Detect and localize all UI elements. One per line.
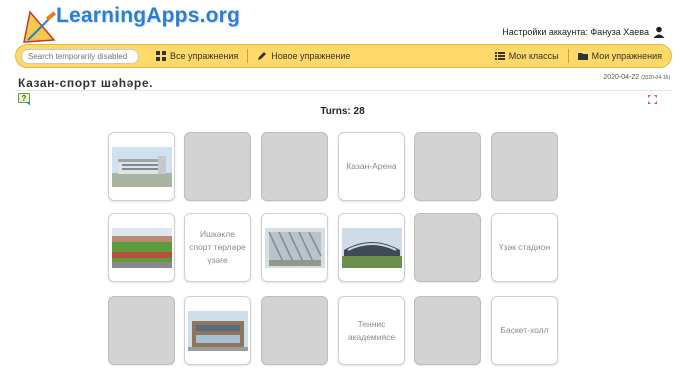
help-icon[interactable]: ? [18, 93, 32, 106]
nav-new-exercise[interactable]: Новое упражнение [248, 49, 359, 64]
memory-card-hidden[interactable] [261, 132, 328, 201]
nav-my-classes-label: Мои классы [508, 51, 559, 61]
nav-all-exercises-label: Все упражнения [170, 51, 239, 61]
memory-card-image[interactable] [338, 213, 405, 282]
logo-icon[interactable] [20, 6, 60, 44]
fullscreen-icon[interactable] [648, 95, 657, 104]
divider [15, 90, 672, 91]
page-title: Казан-спорт шәһәре. [18, 76, 154, 90]
memory-card-text[interactable]: Үзәк стадион [491, 213, 558, 282]
folder-icon [577, 53, 588, 60]
user-icon [653, 26, 665, 38]
account-settings[interactable]: Настройки аккаунта: Фануза Хаева [502, 26, 665, 38]
memory-card-image[interactable] [184, 296, 251, 365]
memory-card-hidden[interactable] [414, 296, 481, 365]
nav-all-exercises[interactable]: Все упражнения [147, 49, 247, 64]
search-input[interactable] [21, 48, 139, 64]
pencil-icon [258, 52, 267, 60]
date-original: (2020-04-16) [641, 75, 670, 81]
card-label: Ишкәкле спорт төрләре үзәге [189, 229, 246, 265]
glass-facade-photo [264, 227, 325, 268]
date-label: 2020-04-22 (2020-04-16) [603, 74, 670, 81]
building-photo [111, 146, 172, 187]
academy-building-photo [187, 310, 248, 351]
card-label: Баскет-холл [500, 325, 549, 335]
date-value: 2020-04-22 [603, 74, 640, 81]
memory-card-text[interactable]: Казан-Арена [338, 132, 405, 201]
memory-card-image[interactable] [108, 132, 175, 201]
header: LearningApps.org Настройки аккаунта: Фан… [0, 0, 685, 70]
memory-card-text[interactable]: Ишкәкле спорт төрләре үзәге [184, 213, 251, 282]
arena-photo [341, 227, 402, 268]
svg-text:?: ? [22, 94, 27, 103]
memory-card-hidden[interactable] [261, 296, 328, 365]
account-label[interactable]: Настройки аккаунта: Фануза Хаева [502, 27, 649, 37]
logo-text[interactable]: LearningApps.org [56, 4, 240, 28]
memory-card-hidden[interactable] [108, 296, 175, 365]
card-label: Үзәк стадион [498, 242, 551, 252]
nav-bar: Все упражнения Новое упражнение Мои клас… [15, 44, 672, 68]
memory-card-hidden[interactable] [414, 213, 481, 282]
list-icon [494, 52, 505, 60]
memory-card-hidden[interactable] [491, 132, 558, 201]
memory-card-image[interactable] [261, 213, 328, 282]
nav-my-classes[interactable]: Мои классы [486, 49, 568, 64]
memory-card-image[interactable] [108, 213, 175, 282]
nav-new-exercise-label: Новое упражнение [271, 51, 351, 61]
memory-card-hidden[interactable] [184, 132, 251, 201]
memory-card-hidden[interactable] [414, 132, 481, 201]
card-label: Теннис академиясе [347, 318, 396, 342]
grid-icon [156, 51, 166, 61]
nav-my-exercises[interactable]: Мои упражнения [569, 49, 671, 64]
turns-counter: Turns: 28 [320, 106, 365, 117]
memory-card-text[interactable]: Баскет-холл [491, 296, 558, 365]
card-label: Казан-Арена [346, 161, 397, 171]
stadium-field-photo [111, 227, 172, 268]
memory-card-text[interactable]: Теннис академиясе [338, 296, 405, 365]
nav-my-exercises-label: Мои упражнения [591, 51, 662, 61]
